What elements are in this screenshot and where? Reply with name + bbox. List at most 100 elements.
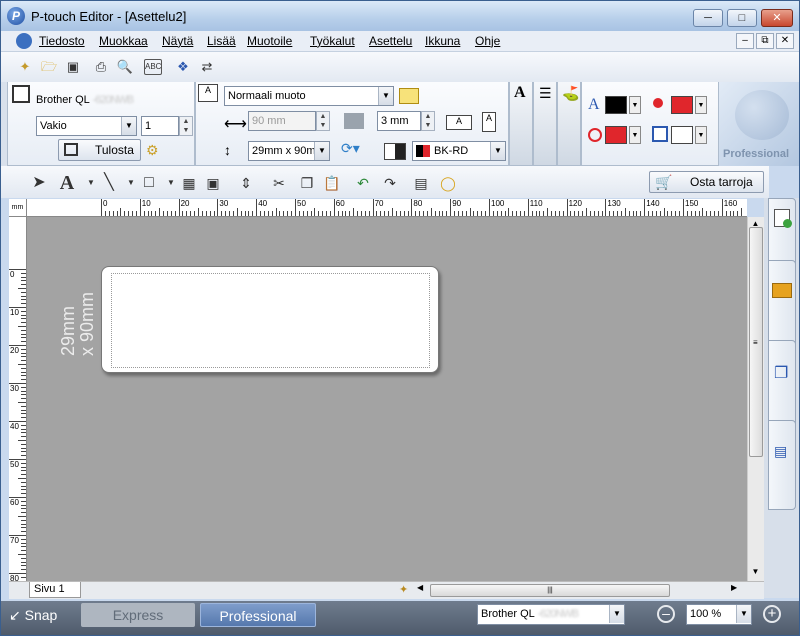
printer-select[interactable]: Brother QL -620NWB ▼ (477, 604, 625, 625)
menu-muotoile[interactable]: Muotoile (247, 34, 292, 48)
properties-icon[interactable]: ▤ (411, 173, 431, 193)
margin-stepper[interactable]: ▲ ▼ (421, 111, 435, 131)
doc-minimize-button[interactable]: – (736, 33, 754, 49)
ribbon-color-select[interactable]: BK-RD ▼ (412, 141, 506, 161)
text-bg-color-swatch[interactable] (671, 96, 693, 114)
chevron-down-icon[interactable]: ▼ (629, 96, 641, 114)
document-icon[interactable] (16, 33, 32, 49)
length-input[interactable]: 90 mm (248, 111, 316, 131)
scroll-left-icon[interactable]: ◀ (417, 583, 423, 592)
buy-supplies-button[interactable]: 🛒 Osta tarroja (649, 171, 764, 193)
copies-stepper[interactable]: ▲ ▼ (179, 116, 193, 136)
save-icon[interactable]: ▣ (63, 57, 83, 77)
select-arrow-icon[interactable]: ➤ (29, 173, 49, 193)
margin-input[interactable]: 3 mm (377, 111, 421, 131)
text-icon[interactable]: A (57, 173, 77, 193)
table-icon[interactable]: ▦ (179, 173, 199, 193)
ruler-tick (21, 470, 26, 472)
print-icon[interactable]: ⎙ (91, 57, 111, 77)
page-tab[interactable]: Sivu 1 (29, 582, 81, 598)
express-mode-button[interactable]: Express (81, 603, 195, 627)
text-style-tab[interactable]: A (509, 82, 533, 166)
new-page-icon[interactable]: ✦ (399, 583, 408, 596)
chevron-down-icon[interactable]: ▼ (161, 173, 181, 193)
zoom-in-icon[interactable]: + (763, 605, 781, 623)
vertical-scrollbar[interactable]: ▲ ≡ ▼ (747, 217, 764, 581)
printer-settings-icon[interactable]: ⚙ (146, 142, 164, 158)
professional-mode-button[interactable]: Professional (200, 603, 316, 627)
undo-icon[interactable]: ↶ (353, 173, 373, 193)
chevron-down-icon[interactable]: ▼ (695, 96, 707, 114)
text-frame-icon[interactable]: A (446, 115, 472, 130)
length-stepper[interactable]: ▲ ▼ (316, 111, 330, 131)
ruler-tick (21, 489, 26, 491)
maximize-button[interactable]: □ (727, 9, 757, 27)
menu-muokkaa[interactable]: Muokkaa (99, 34, 148, 48)
fill-color-swatch[interactable] (671, 126, 693, 144)
format-select[interactable]: Normaali muoto ▼ (224, 86, 394, 106)
menu-ohje[interactable]: Ohje (475, 34, 500, 48)
paste-icon[interactable]: 📋 (322, 173, 342, 193)
ruler-tick (516, 211, 518, 216)
label-area[interactable] (101, 266, 439, 373)
preview-icon[interactable]: 🔍 (115, 57, 135, 77)
chevron-down-icon: ▼ (314, 142, 329, 160)
media-select[interactable]: 29mm x 90m ▼ (248, 141, 330, 161)
wizard-icon[interactable]: ❖ (173, 57, 193, 77)
copies-value: 1 (145, 120, 152, 132)
print-button[interactable]: Tulosta (58, 139, 141, 161)
side-tab-pages[interactable]: ▤ (768, 420, 796, 510)
cut-icon[interactable]: ✂ (269, 173, 289, 193)
ruler-tick (21, 390, 26, 392)
chevron-down-icon[interactable]: ▼ (629, 126, 641, 144)
side-tab-clipart[interactable] (768, 260, 796, 350)
line-color-swatch[interactable] (605, 126, 627, 144)
vertical-text-icon[interactable]: A (482, 112, 496, 132)
close-button[interactable]: ✕ (761, 9, 793, 27)
frame-icon[interactable]: ▣ (203, 173, 223, 193)
ruler-tick (407, 211, 409, 216)
scroll-right-icon[interactable]: ▶ (731, 583, 737, 592)
redo-icon[interactable]: ↷ (380, 173, 400, 193)
menu-lisaa[interactable]: Lisää (207, 34, 236, 48)
menu-tyokalut[interactable]: Työkalut (310, 34, 355, 48)
database-icon[interactable]: ◯ (438, 173, 458, 193)
orientation-icon[interactable] (384, 143, 406, 160)
align-icon[interactable]: ⇕ (236, 173, 256, 193)
ruler-tick (21, 428, 26, 430)
minimize-button[interactable]: ─ (693, 9, 723, 27)
ruler-tick (605, 199, 607, 216)
new-icon[interactable]: ✦ (15, 57, 35, 77)
snap-toggle[interactable]: ↙ Snap (9, 607, 57, 624)
menu-asettelu[interactable]: Asettelu (369, 34, 412, 48)
chevron-down-icon[interactable]: ▼ (695, 126, 707, 144)
zoom-select[interactable]: 100 % ▼ (686, 604, 752, 625)
copies-input[interactable]: 1 (141, 116, 179, 136)
fill-tab[interactable]: ⛳ (557, 82, 581, 166)
chevron-down-icon[interactable]: ▼ (121, 173, 141, 193)
print-mode-select[interactable]: Vakio ▼ (36, 116, 137, 136)
ruler-tick (151, 211, 153, 216)
auto-format-icon[interactable]: ⟳▾ (341, 140, 360, 157)
menu-nayta[interactable]: Näytä (162, 34, 193, 48)
side-tab-layers[interactable]: ❐ (768, 340, 796, 430)
alignment-tab[interactable]: ☰ (533, 82, 557, 166)
ruler-tick (21, 375, 26, 377)
rectangle-icon[interactable]: □ (139, 173, 159, 193)
chevron-down-icon[interactable]: ▼ (81, 173, 101, 193)
scroll-down-icon[interactable]: ▼ (749, 567, 762, 579)
transfer-icon[interactable]: ⇄ (197, 57, 217, 77)
horizontal-scroll-thumb[interactable]: ||| (430, 584, 670, 597)
text-color-swatch[interactable] (605, 96, 627, 114)
menu-tiedosto[interactable]: Tiedosto (39, 34, 85, 48)
open-icon[interactable]: 🗁 (39, 57, 59, 77)
spellcheck-icon[interactable]: ABC (144, 59, 162, 75)
menu-ikkuna[interactable]: Ikkuna (425, 34, 460, 48)
zoom-out-icon[interactable]: – (657, 605, 675, 623)
copy-icon[interactable]: ❐ (297, 173, 317, 193)
doc-close-button[interactable]: ✕ (776, 33, 794, 49)
highlight-icon[interactable] (399, 88, 419, 104)
doc-restore-button[interactable]: ⧉ (756, 33, 774, 49)
line-icon[interactable]: ╲ (99, 173, 119, 193)
scroll-thumb[interactable]: ≡ (749, 227, 763, 457)
